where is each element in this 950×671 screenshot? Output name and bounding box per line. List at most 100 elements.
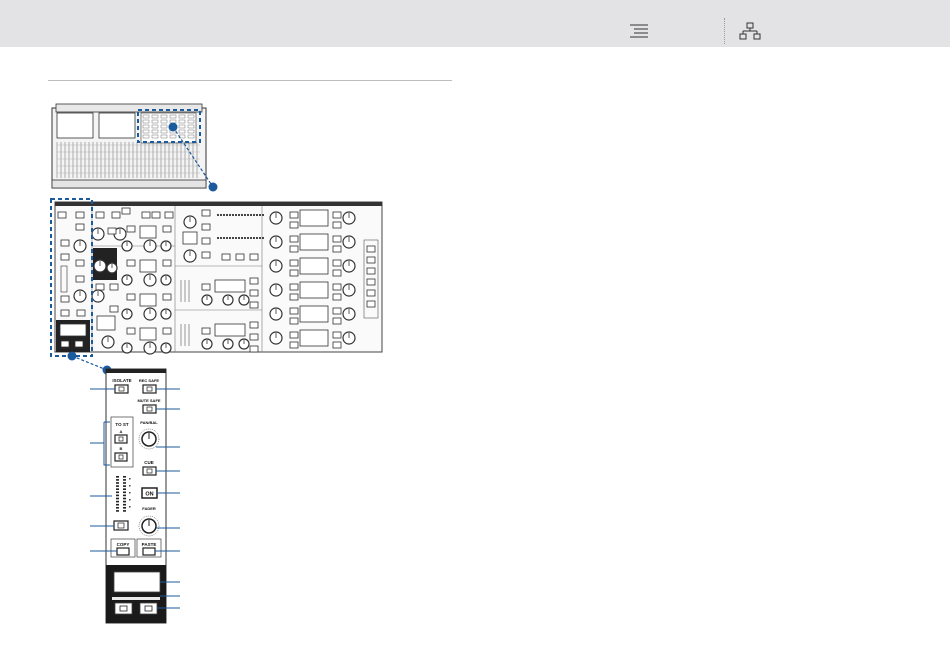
panel-button[interactable]: [332, 307, 342, 315]
panel-button[interactable]: [289, 283, 299, 291]
panel-button[interactable]: [95, 211, 105, 219]
panel-button[interactable]: [289, 307, 299, 315]
channel-strip-detail: ISOLATE REC SAFE MUTE SAFE TO ST A B PAN…: [105, 368, 167, 624]
panel-button[interactable]: [332, 235, 342, 243]
panel-button[interactable]: [249, 321, 259, 329]
panel-button[interactable]: [289, 341, 299, 349]
panel-button[interactable]: [107, 227, 117, 235]
panel-button[interactable]: [249, 289, 259, 297]
callout-dot: [168, 122, 178, 132]
panel-button[interactable]: [109, 283, 119, 291]
panel-button[interactable]: [289, 235, 299, 243]
panel-button[interactable]: [60, 309, 70, 317]
panel-display: [59, 323, 87, 337]
panel-button[interactable]: [162, 293, 172, 301]
cue-button[interactable]: [142, 466, 157, 476]
panel-button[interactable]: [249, 301, 259, 309]
panel-button[interactable]: [151, 211, 161, 219]
panel-button[interactable]: [332, 341, 342, 349]
panel-button[interactable]: [332, 211, 342, 219]
control-panel: [54, 201, 383, 355]
to-st-b-button[interactable]: [114, 452, 128, 462]
panel-button[interactable]: [126, 327, 136, 335]
panel-button[interactable]: [201, 237, 211, 245]
panel-button[interactable]: [162, 327, 172, 335]
panel-button[interactable]: [201, 251, 211, 259]
panel-button[interactable]: [95, 283, 105, 291]
panel-button[interactable]: [57, 211, 67, 219]
panel-button[interactable]: [332, 259, 342, 267]
on-label: ON: [145, 492, 153, 498]
sel-button[interactable]: [113, 520, 129, 531]
panel-button[interactable]: [126, 259, 136, 267]
panel-button[interactable]: [332, 331, 342, 339]
panel-button[interactable]: [332, 245, 342, 253]
display-button-left[interactable]: [114, 602, 133, 615]
panel-button[interactable]: [332, 317, 342, 325]
panel-button[interactable]: [366, 289, 376, 297]
panel-button[interactable]: [366, 278, 376, 286]
panel-button[interactable]: [289, 211, 299, 219]
pan-bal-label: PAN/BAL: [140, 420, 158, 425]
panel-button[interactable]: [75, 211, 85, 219]
panel-button[interactable]: [332, 269, 342, 277]
to-st-a-button[interactable]: [114, 434, 128, 444]
panel-button[interactable]: [109, 305, 119, 313]
panel-button[interactable]: [164, 211, 174, 219]
panel-button[interactable]: [249, 277, 259, 285]
panel-button[interactable]: [201, 283, 211, 291]
panel-button[interactable]: [221, 253, 231, 261]
panel-button[interactable]: [235, 253, 245, 261]
fader-label: FADER: [142, 506, 156, 511]
panel-button[interactable]: [126, 225, 136, 233]
panel-button[interactable]: [366, 300, 376, 308]
panel-button[interactable]: [289, 269, 299, 277]
panel-button[interactable]: [126, 293, 136, 301]
isolate-button[interactable]: [114, 384, 129, 394]
panel-button[interactable]: [366, 267, 376, 275]
panel-button[interactable]: [201, 223, 211, 231]
panel-button[interactable]: [201, 327, 211, 335]
panel-button[interactable]: [289, 221, 299, 229]
callout-dot: [67, 351, 77, 361]
callout-line-bottom: [71, 355, 108, 371]
panel-display: [139, 259, 157, 273]
panel-button[interactable]: [111, 211, 121, 219]
rec-safe-button[interactable]: [142, 384, 157, 394]
panel-button[interactable]: [162, 259, 172, 267]
panel-button[interactable]: [60, 295, 70, 303]
panel-button[interactable]: [74, 340, 84, 348]
panel-button[interactable]: [60, 340, 70, 348]
panel-button[interactable]: [249, 333, 259, 341]
panel-button[interactable]: [60, 253, 70, 261]
console-diagram: ISOLATE REC SAFE MUTE SAFE TO ST A B PAN…: [50, 103, 383, 624]
panel-button[interactable]: [289, 317, 299, 325]
to-st-a-label: A: [120, 429, 123, 434]
panel-button[interactable]: [201, 209, 211, 217]
paste-label: PASTE: [142, 542, 157, 547]
paste-button[interactable]: [142, 547, 156, 556]
panel-button[interactable]: [60, 239, 70, 247]
panel-button[interactable]: [76, 309, 86, 317]
panel-button[interactable]: [249, 345, 259, 353]
panel-button[interactable]: [289, 245, 299, 253]
copy-button[interactable]: [116, 547, 130, 556]
panel-button[interactable]: [289, 259, 299, 267]
panel-button[interactable]: [332, 283, 342, 291]
panel-button[interactable]: [141, 211, 151, 219]
display-button-right[interactable]: [139, 602, 158, 615]
panel-button[interactable]: [121, 207, 131, 215]
panel-button[interactable]: [332, 293, 342, 301]
panel-button[interactable]: [289, 293, 299, 301]
panel-button[interactable]: [75, 259, 85, 267]
panel-button[interactable]: [249, 253, 259, 261]
mute-safe-button[interactable]: [142, 404, 157, 414]
panel-button[interactable]: [75, 223, 85, 231]
panel-button[interactable]: [366, 256, 376, 264]
panel-button[interactable]: [162, 225, 172, 233]
panel-button[interactable]: [332, 221, 342, 229]
console-overview: [51, 103, 207, 189]
panel-button[interactable]: [75, 275, 85, 283]
panel-button[interactable]: [289, 331, 299, 339]
panel-button[interactable]: [366, 245, 376, 253]
